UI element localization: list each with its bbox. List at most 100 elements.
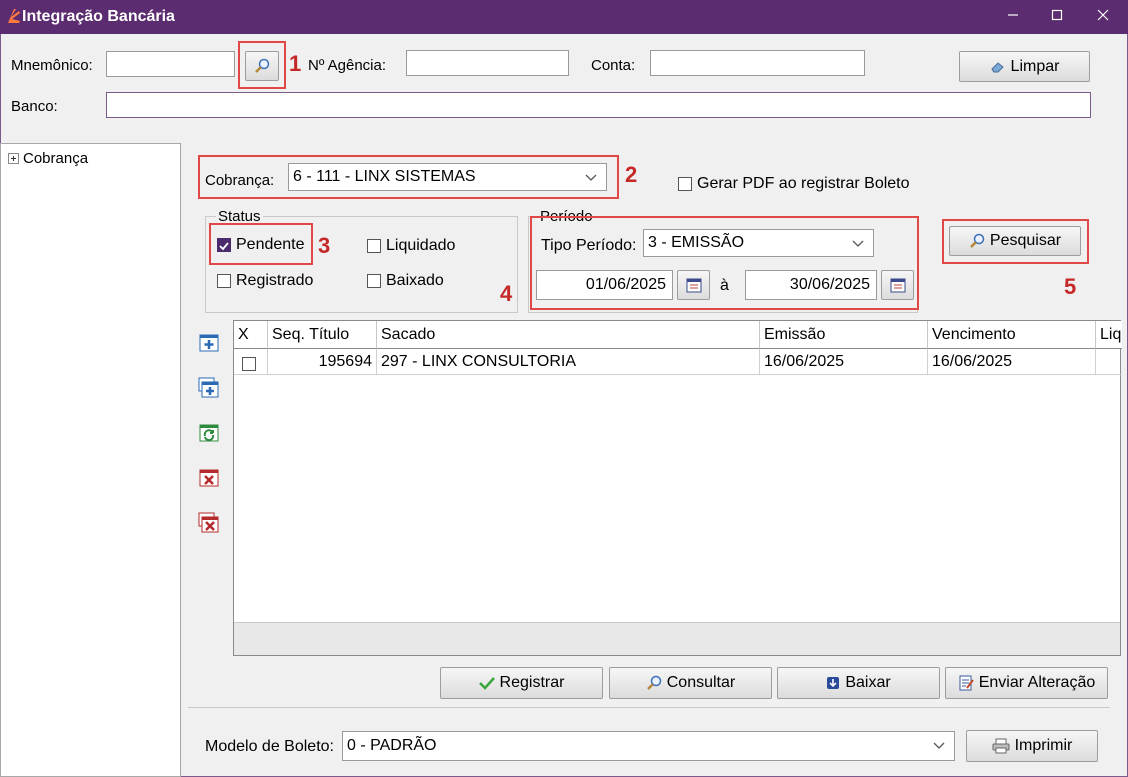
edit-document-icon (959, 675, 974, 691)
column-header-seq[interactable]: Seq. Título (268, 321, 377, 349)
pesquisar-button[interactable]: Pesquisar (949, 226, 1081, 256)
data-fim-calendar-button[interactable] (881, 270, 914, 300)
data-inicio-calendar-button[interactable] (677, 270, 710, 300)
column-header-liq[interactable]: Liq (1096, 321, 1122, 349)
baixado-label: Baixado (386, 272, 444, 289)
limpar-label: Limpar (1010, 57, 1060, 75)
liquidado-option[interactable]: Liquidado (367, 237, 455, 255)
annotation-3: 3 (318, 233, 331, 258)
annotation-4: 4 (500, 281, 513, 306)
imprimir-label: Imprimir (1014, 737, 1073, 754)
pendente-option[interactable]: Pendente (217, 236, 305, 254)
minimize-icon (1008, 14, 1018, 16)
registrado-label: Registrado (236, 272, 314, 289)
column-header-vencimento[interactable]: Vencimento (928, 321, 1096, 349)
modelo-boleto-label: Modelo de Boleto: (205, 738, 334, 755)
row-checkbox-cell[interactable] (234, 349, 268, 375)
agencia-input[interactable] (406, 50, 569, 76)
search-icon (646, 675, 661, 690)
delete-multiple-icon[interactable] (198, 512, 220, 534)
pendente-checkbox[interactable] (217, 238, 231, 252)
gerar-pdf-option[interactable]: Gerar PDF ao registrar Boleto (678, 175, 910, 193)
baixado-option[interactable]: Baixado (367, 272, 444, 290)
liquidado-label: Liquidado (386, 237, 456, 254)
title-bar: Integração Bancária (0, 0, 1128, 34)
cell-liq (1096, 349, 1122, 375)
calendar-icon (890, 278, 905, 293)
refresh-icon[interactable] (198, 422, 220, 444)
row-checkbox[interactable] (242, 357, 256, 371)
footer-divider (188, 707, 1110, 708)
conta-input[interactable] (650, 50, 865, 76)
check-icon (219, 242, 229, 251)
data-inicio-value: 01/06/2025 (585, 276, 666, 293)
chevron-down-icon (933, 742, 945, 749)
eraser-icon (990, 61, 1004, 72)
cell-sacado: 297 - LINX CONSULTORIA (377, 349, 760, 375)
baixar-button[interactable]: Baixar (777, 667, 940, 699)
tipo-periodo-select[interactable]: 3 - EMISSÃO (643, 229, 874, 257)
column-header-emissao[interactable]: Emissão (760, 321, 928, 349)
column-header-sacado[interactable]: Sacado (377, 321, 760, 349)
banco-label: Banco: (11, 98, 58, 115)
cobranca-label: Cobrança: (205, 172, 275, 189)
mnemonico-search-button[interactable] (245, 51, 279, 81)
tree-item-label: Cobrança (23, 150, 89, 167)
cell-emissao: 16/06/2025 (760, 349, 928, 375)
tree-panel: Cobrança (0, 143, 181, 777)
consultar-button[interactable]: Consultar (609, 667, 772, 699)
enviar-alteracao-label: Enviar Alteração (978, 674, 1096, 691)
download-icon (827, 677, 840, 689)
search-icon (255, 58, 270, 73)
tipo-periodo-label: Tipo Período: (541, 237, 637, 254)
maximize-button[interactable] (1034, 0, 1080, 34)
baixar-label: Baixar (845, 674, 891, 691)
banco-input[interactable] (106, 92, 1091, 118)
gerar-pdf-checkbox[interactable] (678, 177, 692, 191)
periodo-separator: à (720, 277, 729, 294)
checkmark-icon (478, 677, 495, 690)
maximize-icon (1051, 9, 1063, 21)
cobranca-value: 6 - 111 - LINX SISTEMAS (293, 168, 476, 185)
consultar-label: Consultar (666, 674, 736, 691)
add-icon[interactable] (198, 332, 220, 354)
search-icon (970, 233, 985, 248)
liquidado-checkbox[interactable] (367, 239, 381, 253)
limpar-button[interactable]: Limpar (959, 51, 1090, 82)
window-title: Integração Bancária (22, 8, 175, 25)
app-logo-icon (8, 9, 20, 23)
calendar-icon (686, 278, 701, 293)
conta-label: Conta: (591, 57, 636, 74)
baixado-checkbox[interactable] (367, 274, 381, 288)
registrado-option[interactable]: Registrado (217, 272, 313, 290)
registrar-button[interactable]: Registrar (440, 667, 603, 699)
modelo-boleto-select[interactable]: 0 - PADRÃO (342, 731, 955, 761)
data-inicio-input[interactable]: 01/06/2025 (536, 270, 673, 300)
add-multiple-icon[interactable] (198, 377, 220, 399)
annotation-1: 1 (289, 51, 302, 76)
cobranca-select[interactable]: 6 - 111 - LINX SISTEMAS (288, 163, 607, 191)
registrar-label: Registrar (499, 674, 565, 691)
data-fim-input[interactable]: 30/06/2025 (745, 270, 877, 300)
printer-icon (992, 738, 1010, 754)
delete-icon[interactable] (198, 467, 220, 489)
chevron-down-icon (585, 174, 597, 181)
mnemonico-input[interactable] (106, 51, 235, 77)
close-button[interactable] (1080, 0, 1126, 34)
minimize-button[interactable] (990, 0, 1036, 34)
agencia-label: Nº Agência: (308, 57, 387, 74)
enviar-alteracao-button[interactable]: Enviar Alteração (945, 667, 1108, 699)
cell-seq: 195694 (268, 349, 377, 375)
cell-vencimento: 16/06/2025 (928, 349, 1096, 375)
gerar-pdf-label: Gerar PDF ao registrar Boleto (697, 175, 910, 192)
column-header-x[interactable]: X (234, 321, 268, 349)
expand-icon[interactable] (8, 153, 19, 164)
annotation-2: 2 (625, 162, 638, 187)
tipo-periodo-value: 3 - EMISSÃO (648, 234, 745, 251)
mnemonico-label: Mnemônico: (11, 57, 93, 74)
registrado-checkbox[interactable] (217, 274, 231, 288)
tree-item-cobranca[interactable]: Cobrança (8, 150, 88, 167)
data-fim-value: 30/06/2025 (789, 276, 870, 293)
imprimir-button[interactable]: Imprimir (966, 730, 1098, 762)
modelo-boleto-value: 0 - PADRÃO (347, 737, 437, 754)
